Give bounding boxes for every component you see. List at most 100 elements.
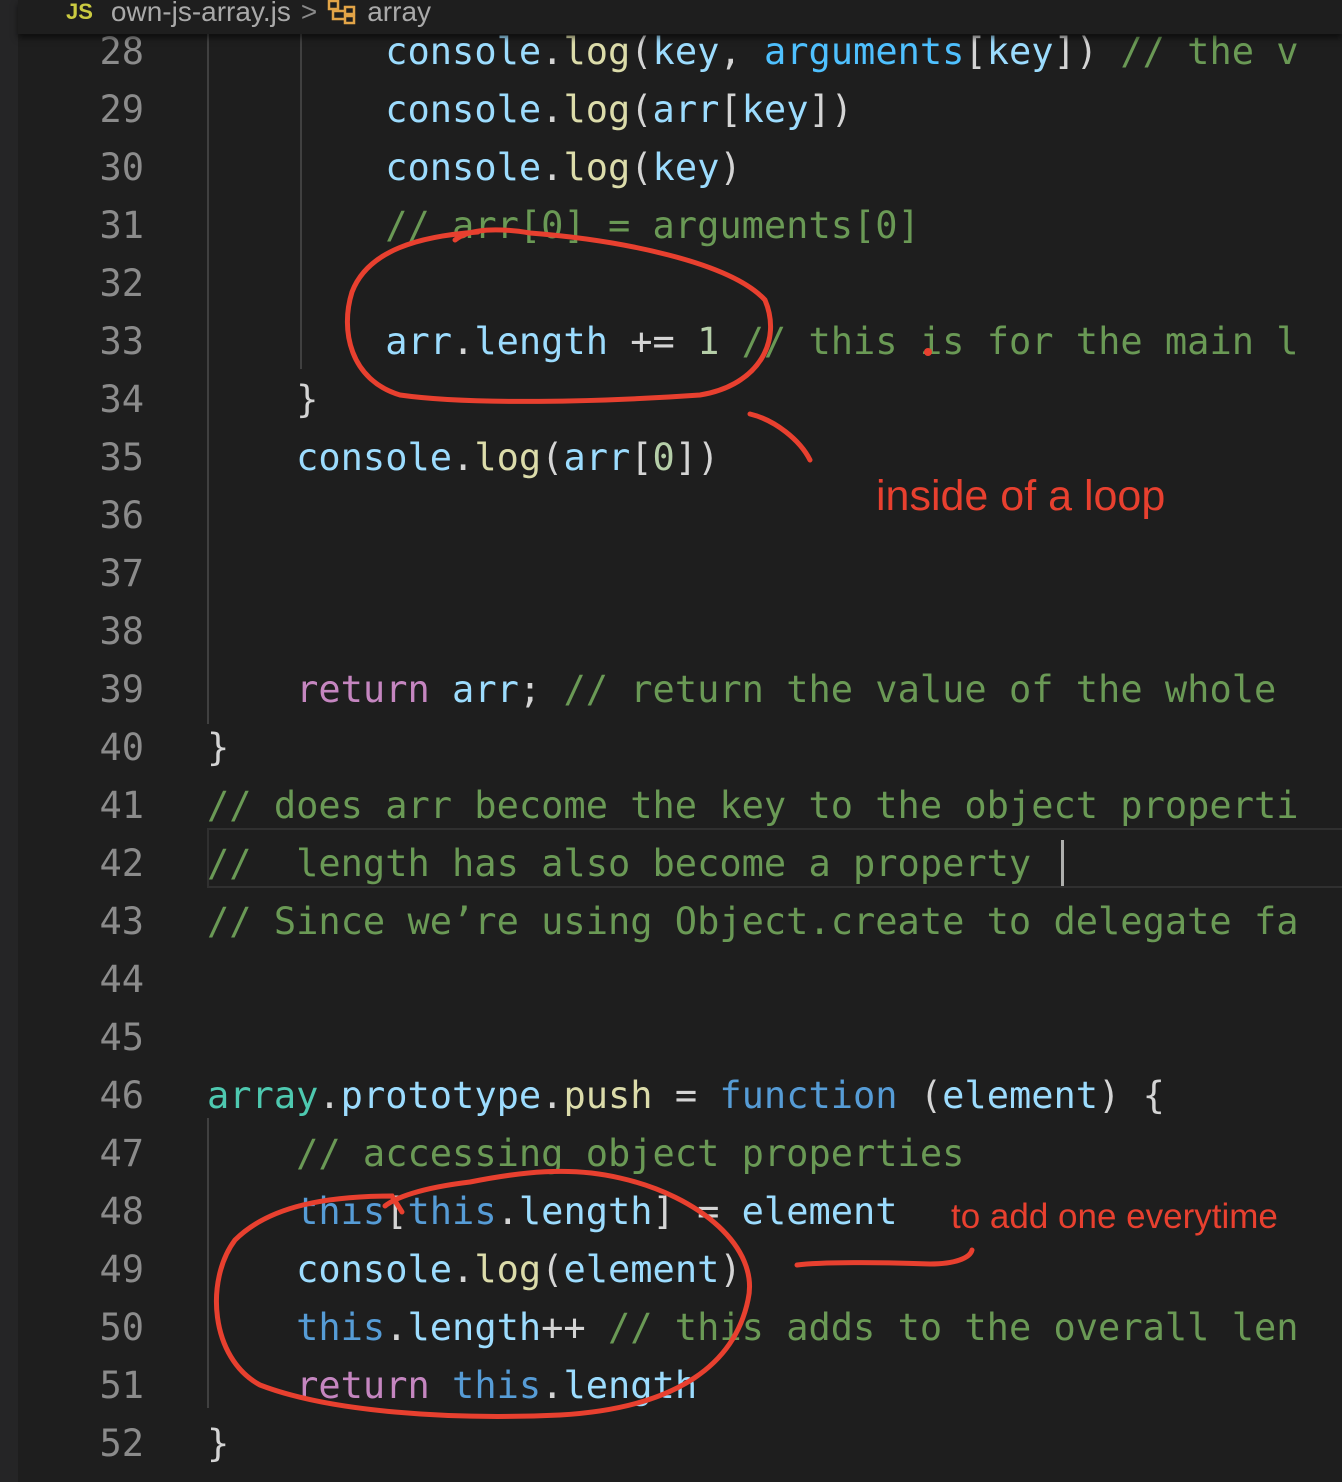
code-token: element xyxy=(563,1248,720,1291)
code-token: += xyxy=(607,320,698,363)
code-token: key xyxy=(741,88,809,131)
breadcrumb-separator: > xyxy=(300,0,318,27)
code-line[interactable]: // accessing object properties xyxy=(207,1125,964,1183)
code-token: prototype xyxy=(340,1074,542,1117)
code-token: arr xyxy=(563,436,631,479)
code-line[interactable]: // arr[0] = arguments[0] xyxy=(207,197,920,255)
code-token: this xyxy=(452,1364,542,1407)
code-token: . xyxy=(541,1364,564,1407)
code-line[interactable]: console.log(arr[key]) xyxy=(207,81,853,139)
line-number: 37 xyxy=(99,552,144,595)
code-token: function xyxy=(719,1074,898,1117)
code-token: } xyxy=(207,1422,230,1465)
code-token: key xyxy=(986,30,1054,73)
javascript-file-icon: JS xyxy=(66,0,93,24)
code-token: element xyxy=(741,1190,898,1233)
annotation-inside-loop: inside of a loop xyxy=(876,472,1166,520)
code-line[interactable]: array.prototype.push = function (element… xyxy=(207,1067,1165,1125)
code-token: ) { xyxy=(1098,1074,1165,1117)
line-number: 38 xyxy=(99,610,144,653)
code-token: arr xyxy=(452,668,519,711)
code-token: this xyxy=(407,1190,497,1233)
code-line[interactable]: } xyxy=(207,371,318,429)
line-number: 29 xyxy=(99,88,144,131)
breadcrumb-symbol[interactable]: array xyxy=(367,0,431,28)
code-token: ( xyxy=(541,436,564,479)
line-number: 32 xyxy=(99,262,144,305)
code-token: = xyxy=(652,1074,720,1117)
code-token: 1 xyxy=(697,320,720,363)
line-number: 53 xyxy=(44,1473,144,1482)
code-line[interactable]: return arr; // return the value of the w… xyxy=(207,661,1276,719)
annotation-add-one: to add one everytime xyxy=(951,1197,1278,1236)
code-line[interactable]: console.log(key) xyxy=(207,139,742,197)
line-number: 48 xyxy=(99,1190,144,1233)
code-token: [ xyxy=(719,88,742,131)
code-token: . xyxy=(318,1074,341,1117)
code-line[interactable]: } xyxy=(207,1415,229,1473)
code-token: . xyxy=(452,1248,475,1291)
line-number: 47 xyxy=(99,1132,144,1175)
breadcrumb[interactable]: JS own-js-array.js > array xyxy=(18,0,1342,34)
code-token: // arr[0] = arguments[0] xyxy=(385,204,920,247)
code-token: arr xyxy=(385,320,453,363)
code-token: console xyxy=(385,146,542,189)
code-token: log xyxy=(563,88,631,131)
code-token: . xyxy=(452,436,475,479)
code-token: this xyxy=(296,1190,386,1233)
code-token: ) xyxy=(719,146,742,189)
code-token: length xyxy=(563,1364,698,1407)
line-number: 34 xyxy=(99,378,144,421)
code-editor[interactable]: 28 29 30 31 32 33 34 35 36 37 38 39 40 41 42 43 44 45 46 47… xyxy=(18,0,1342,1482)
code-token: . xyxy=(541,88,564,131)
code-token: ++ xyxy=(541,1306,608,1349)
code-token: . xyxy=(541,146,564,189)
code-token: } xyxy=(296,378,319,421)
code-token: ] = xyxy=(652,1190,742,1233)
code-token: ( xyxy=(541,1248,564,1291)
code-token: 0 xyxy=(652,436,675,479)
line-number: 49 xyxy=(99,1248,144,1291)
line-number: 45 xyxy=(99,1016,144,1059)
code-line[interactable]: this[this.length] = element xyxy=(207,1183,898,1241)
line-number: 33 xyxy=(99,320,144,363)
code-token: . xyxy=(541,30,564,73)
code-token: return xyxy=(296,1364,430,1407)
code-token: // Since we’re using Object.create to de… xyxy=(207,900,1299,943)
line-number: 41 xyxy=(99,784,144,827)
code-token: ( xyxy=(897,1074,943,1117)
line-number: 30 xyxy=(99,146,144,189)
code-token: [ xyxy=(964,30,987,73)
code-line[interactable]: this.length++ // this adds to the overal… xyxy=(207,1299,1299,1357)
code-token: log xyxy=(474,1248,542,1291)
code-token: element xyxy=(942,1074,1099,1117)
text-cursor xyxy=(1061,840,1065,886)
code-token: return xyxy=(296,668,430,711)
line-number: 51 xyxy=(99,1364,144,1407)
code-line[interactable]: arr.length += 1 // this is for the main … xyxy=(207,313,1298,371)
code-token: . xyxy=(385,1306,408,1349)
code-line[interactable]: console.log(element) xyxy=(207,1241,742,1299)
breadcrumb-file[interactable]: own-js-array.js xyxy=(111,0,291,28)
code-token: ]) xyxy=(808,88,854,131)
code-line[interactable]: // length has also become a property xyxy=(207,835,1065,893)
code-token: log xyxy=(474,436,542,479)
code-line[interactable]: console.log(arr[0]) xyxy=(207,429,719,487)
code-token: console xyxy=(296,1248,453,1291)
code-token: arr xyxy=(652,88,720,131)
code-token: } xyxy=(207,726,230,769)
code-token: console xyxy=(385,88,542,131)
line-number: 39 xyxy=(99,668,144,711)
line-number: 42 xyxy=(99,842,144,885)
code-token: // this adds to the overall len xyxy=(607,1306,1299,1349)
line-number-gutter: 28 29 30 31 32 33 34 35 36 37 38 39 40 41 42 43 44 45 46 47… xyxy=(18,0,148,1482)
code-line[interactable]: } xyxy=(207,719,229,777)
code-token: console xyxy=(296,436,453,479)
line-number: 31 xyxy=(99,204,144,247)
code-line[interactable]: return this.length xyxy=(207,1357,697,1415)
code-line[interactable]: // does arr become the key to the object… xyxy=(207,777,1299,835)
code-line[interactable]: // Since we’re using Object.create to de… xyxy=(207,893,1299,951)
code-token: console xyxy=(385,30,542,73)
